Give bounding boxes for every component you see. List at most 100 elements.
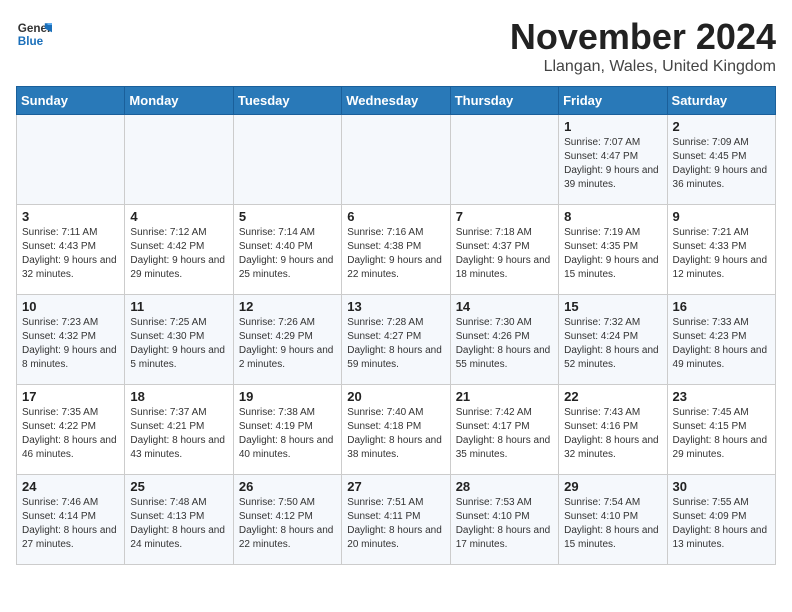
- day-number: 12: [239, 299, 336, 314]
- calendar-table: SundayMondayTuesdayWednesdayThursdayFrid…: [16, 86, 776, 565]
- day-number: 24: [22, 479, 119, 494]
- day-info: Sunrise: 7:45 AM Sunset: 4:15 PM Dayligh…: [673, 406, 770, 462]
- day-info: Sunrise: 7:50 AM Sunset: 4:12 PM Dayligh…: [239, 496, 336, 552]
- day-number: 21: [456, 389, 553, 404]
- calendar-week-1: 1 Sunrise: 7:07 AM Sunset: 4:47 PM Daylig…: [17, 115, 776, 205]
- calendar-cell: 20 Sunrise: 7:40 AM Sunset: 4:18 PM Dayli…: [342, 385, 450, 475]
- day-number: 29: [564, 479, 661, 494]
- day-info: Sunrise: 7:21 AM Sunset: 4:33 PM Dayligh…: [673, 226, 770, 282]
- calendar-cell: 3 Sunrise: 7:11 AM Sunset: 4:43 PM Daylig…: [17, 205, 125, 295]
- calendar-cell: 26 Sunrise: 7:50 AM Sunset: 4:12 PM Dayli…: [233, 475, 341, 565]
- calendar-cell: 14Sunrise: 7:30 AM Sunset: 4:26 PM Dayli…: [450, 295, 558, 385]
- day-number: 10: [22, 299, 119, 314]
- day-info: Sunrise: 7:09 AM Sunset: 4:45 PM Dayligh…: [673, 136, 770, 192]
- weekday-row: SundayMondayTuesdayWednesdayThursdayFrid…: [17, 87, 776, 115]
- calendar-week-5: 24 Sunrise: 7:46 AM Sunset: 4:14 PM Dayli…: [17, 475, 776, 565]
- weekday-header-sunday: Sunday: [17, 87, 125, 115]
- calendar-cell: 23Sunrise: 7:45 AM Sunset: 4:15 PM Dayli…: [667, 385, 775, 475]
- calendar-cell: 11Sunrise: 7:25 AM Sunset: 4:30 PM Dayli…: [125, 295, 233, 385]
- day-info: Sunrise: 7:18 AM Sunset: 4:37 PM Dayligh…: [456, 226, 553, 282]
- day-number: 3: [22, 209, 119, 224]
- calendar-cell: [125, 115, 233, 205]
- day-info: Sunrise: 7:28 AM Sunset: 4:27 PM Dayligh…: [347, 316, 444, 372]
- calendar-week-2: 3 Sunrise: 7:11 AM Sunset: 4:43 PM Daylig…: [17, 205, 776, 295]
- day-number: 8: [564, 209, 661, 224]
- calendar-cell: 6 Sunrise: 7:16 AM Sunset: 4:38 PM Daylig…: [342, 205, 450, 295]
- day-info: Sunrise: 7:48 AM Sunset: 4:13 PM Dayligh…: [130, 496, 227, 552]
- calendar-week-3: 10 Sunrise: 7:23 AM Sunset: 4:32 PM Dayli…: [17, 295, 776, 385]
- day-number: 16: [673, 299, 770, 314]
- day-info: Sunrise: 7:43 AM Sunset: 4:16 PM Dayligh…: [564, 406, 661, 462]
- day-number: 14: [456, 299, 553, 314]
- day-number: 2: [673, 119, 770, 134]
- calendar-cell: 16 Sunrise: 7:33 AM Sunset: 4:23 PM Dayli…: [667, 295, 775, 385]
- calendar-cell: [342, 115, 450, 205]
- calendar-cell: 29Sunrise: 7:54 AM Sunset: 4:10 PM Dayli…: [559, 475, 667, 565]
- day-number: 28: [456, 479, 553, 494]
- day-number: 15: [564, 299, 661, 314]
- day-number: 6: [347, 209, 444, 224]
- day-number: 17: [22, 389, 119, 404]
- day-info: Sunrise: 7:55 AM Sunset: 4:09 PM Dayligh…: [673, 496, 770, 552]
- calendar-cell: 27 Sunrise: 7:51 AM Sunset: 4:11 PM Dayli…: [342, 475, 450, 565]
- calendar-cell: 18Sunrise: 7:37 AM Sunset: 4:21 PM Dayli…: [125, 385, 233, 475]
- calendar-cell: 7Sunrise: 7:18 AM Sunset: 4:37 PM Daylig…: [450, 205, 558, 295]
- day-number: 22: [564, 389, 661, 404]
- title-block: November 2024 Llangan, Wales, United Kin…: [510, 16, 776, 76]
- calendar-cell: 15Sunrise: 7:32 AM Sunset: 4:24 PM Dayli…: [559, 295, 667, 385]
- day-number: 19: [239, 389, 336, 404]
- day-number: 30: [673, 479, 770, 494]
- weekday-header-tuesday: Tuesday: [233, 87, 341, 115]
- day-info: Sunrise: 7:35 AM Sunset: 4:22 PM Dayligh…: [22, 406, 119, 462]
- day-info: Sunrise: 7:42 AM Sunset: 4:17 PM Dayligh…: [456, 406, 553, 462]
- calendar-header: SundayMondayTuesdayWednesdayThursdayFrid…: [17, 87, 776, 115]
- calendar-cell: 21 Sunrise: 7:42 AM Sunset: 4:17 PM Dayli…: [450, 385, 558, 475]
- day-info: Sunrise: 7:16 AM Sunset: 4:38 PM Dayligh…: [347, 226, 444, 282]
- calendar-cell: [450, 115, 558, 205]
- day-number: 4: [130, 209, 227, 224]
- calendar-cell: 17 Sunrise: 7:35 AM Sunset: 4:22 PM Dayli…: [17, 385, 125, 475]
- calendar-cell: 19 Sunrise: 7:38 AM Sunset: 4:19 PM Dayli…: [233, 385, 341, 475]
- calendar-cell: 9 Sunrise: 7:21 AM Sunset: 4:33 PM Daylig…: [667, 205, 775, 295]
- day-info: Sunrise: 7:53 AM Sunset: 4:10 PM Dayligh…: [456, 496, 553, 552]
- calendar-cell: 22 Sunrise: 7:43 AM Sunset: 4:16 PM Dayli…: [559, 385, 667, 475]
- day-info: Sunrise: 7:51 AM Sunset: 4:11 PM Dayligh…: [347, 496, 444, 552]
- page-header: General Blue General Blue November 2024 …: [16, 16, 776, 76]
- page-subtitle: Llangan, Wales, United Kingdom: [510, 58, 776, 76]
- day-info: Sunrise: 7:12 AM Sunset: 4:42 PM Dayligh…: [130, 226, 227, 282]
- day-number: 20: [347, 389, 444, 404]
- day-number: 1: [564, 119, 661, 134]
- day-number: 5: [239, 209, 336, 224]
- day-number: 11: [130, 299, 227, 314]
- weekday-header-friday: Friday: [559, 87, 667, 115]
- day-info: Sunrise: 7:40 AM Sunset: 4:18 PM Dayligh…: [347, 406, 444, 462]
- calendar-week-4: 17 Sunrise: 7:35 AM Sunset: 4:22 PM Dayli…: [17, 385, 776, 475]
- day-info: Sunrise: 7:19 AM Sunset: 4:35 PM Dayligh…: [564, 226, 661, 282]
- calendar-cell: 12 Sunrise: 7:26 AM Sunset: 4:29 PM Dayli…: [233, 295, 341, 385]
- day-info: Sunrise: 7:07 AM Sunset: 4:47 PM Dayligh…: [564, 136, 661, 192]
- calendar-cell: 2 Sunrise: 7:09 AM Sunset: 4:45 PM Daylig…: [667, 115, 775, 205]
- logo-icon: General Blue: [16, 16, 52, 52]
- day-info: Sunrise: 7:23 AM Sunset: 4:32 PM Dayligh…: [22, 316, 119, 372]
- day-info: Sunrise: 7:11 AM Sunset: 4:43 PM Dayligh…: [22, 226, 119, 282]
- calendar-cell: 28 Sunrise: 7:53 AM Sunset: 4:10 PM Dayli…: [450, 475, 558, 565]
- calendar-cell: [17, 115, 125, 205]
- calendar-cell: 13 Sunrise: 7:28 AM Sunset: 4:27 PM Dayli…: [342, 295, 450, 385]
- day-info: Sunrise: 7:46 AM Sunset: 4:14 PM Dayligh…: [22, 496, 119, 552]
- day-info: Sunrise: 7:38 AM Sunset: 4:19 PM Dayligh…: [239, 406, 336, 462]
- day-number: 26: [239, 479, 336, 494]
- calendar-cell: 4 Sunrise: 7:12 AM Sunset: 4:42 PM Daylig…: [125, 205, 233, 295]
- day-info: Sunrise: 7:33 AM Sunset: 4:23 PM Dayligh…: [673, 316, 770, 372]
- weekday-header-thursday: Thursday: [450, 87, 558, 115]
- calendar-cell: 24 Sunrise: 7:46 AM Sunset: 4:14 PM Dayli…: [17, 475, 125, 565]
- day-number: 27: [347, 479, 444, 494]
- day-number: 25: [130, 479, 227, 494]
- day-number: 9: [673, 209, 770, 224]
- day-number: 13: [347, 299, 444, 314]
- calendar-cell: 30 Sunrise: 7:55 AM Sunset: 4:09 PM Dayli…: [667, 475, 775, 565]
- calendar-cell: 8 Sunrise: 7:19 AM Sunset: 4:35 PM Daylig…: [559, 205, 667, 295]
- calendar-cell: 1 Sunrise: 7:07 AM Sunset: 4:47 PM Daylig…: [559, 115, 667, 205]
- day-info: Sunrise: 7:26 AM Sunset: 4:29 PM Dayligh…: [239, 316, 336, 372]
- day-number: 18: [130, 389, 227, 404]
- weekday-header-saturday: Saturday: [667, 87, 775, 115]
